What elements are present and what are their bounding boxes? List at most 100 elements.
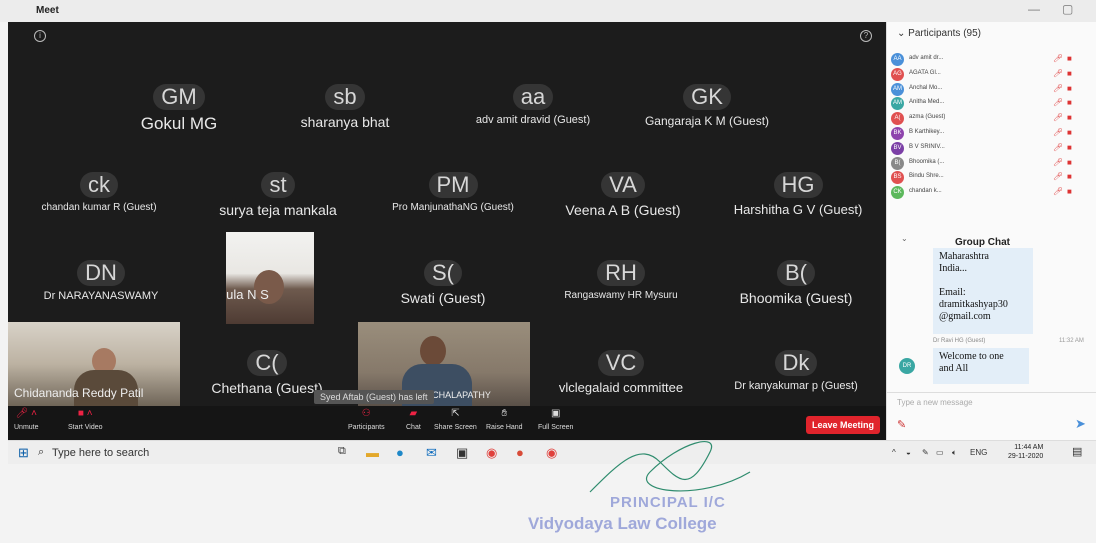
list-item[interactable]: BV B V SRINIV... 🎤︎ ■ bbox=[891, 141, 1091, 156]
list-item[interactable]: BK B Karthikey... 🎤︎ ■ bbox=[891, 126, 1091, 141]
mic-off-icon[interactable]: 🎤︎ bbox=[1053, 158, 1063, 167]
chat-button[interactable]: ▰ Chat bbox=[406, 408, 421, 431]
mic-off-icon[interactable]: 🎤︎ bbox=[1053, 128, 1063, 137]
video-off-icon[interactable]: ■ bbox=[1067, 143, 1072, 152]
mic-off-icon[interactable]: 🎤︎ bbox=[1053, 113, 1063, 122]
leave-meeting-button[interactable]: Leave Meeting bbox=[805, 416, 880, 434]
mic-off-icon: 🎤︎ ˄ bbox=[15, 408, 37, 419]
participant-name: Anchal Mo... bbox=[909, 84, 943, 91]
info-icon[interactable]: i bbox=[34, 30, 46, 42]
store-icon[interactable]: ▣ bbox=[456, 445, 468, 461]
full-screen-button[interactable]: ▣ Full Screen bbox=[538, 408, 573, 431]
share-screen-button[interactable]: ⇱ Share Screen bbox=[434, 408, 477, 431]
video-off-icon[interactable]: ■ bbox=[1067, 54, 1072, 63]
video-off-icon[interactable]: ■ bbox=[1067, 98, 1072, 107]
file-explorer-icon[interactable]: ▬ bbox=[366, 445, 379, 460]
participant-tile[interactable]: GK Gangaraja K M (Guest) bbox=[622, 84, 792, 148]
participants-button[interactable]: ⚇ Participants bbox=[348, 408, 385, 431]
list-item[interactable]: AM Anchal Mo... 🎤︎ ■ bbox=[891, 82, 1091, 97]
chat-input[interactable]: Type a new message bbox=[897, 398, 973, 407]
notification-icon[interactable]: ▤ bbox=[1072, 445, 1082, 458]
participant-name: Dr kanyakumar p (Guest) bbox=[734, 380, 858, 392]
task-view-icon[interactable]: ⧉ bbox=[338, 445, 346, 458]
video-off-icon[interactable]: ■ bbox=[1067, 113, 1072, 122]
video-off-icon[interactable]: ■ bbox=[1067, 172, 1072, 181]
minimize-button[interactable]: — bbox=[1028, 2, 1040, 16]
participant-initials: B( bbox=[777, 260, 815, 286]
mic-off-icon[interactable]: 🎤︎ bbox=[1053, 98, 1063, 107]
chat-line: India... bbox=[939, 263, 968, 274]
language-indicator[interactable]: ENG bbox=[970, 448, 987, 457]
start-video-button[interactable]: ■ ˄ Start Video bbox=[68, 408, 103, 431]
windows-start-icon[interactable]: ⊞ bbox=[18, 445, 29, 461]
participant-name: chandan kumar R (Guest) bbox=[41, 202, 157, 213]
participant-tile[interactable]: VC vlclegalaid committee bbox=[536, 350, 706, 414]
mic-off-icon[interactable]: 🎤︎ bbox=[1053, 54, 1063, 63]
unmute-button[interactable]: 🎤︎ ˄ Unmute bbox=[14, 408, 39, 431]
video-off-icon[interactable]: ■ bbox=[1067, 69, 1072, 78]
participant-tile[interactable]: st surya teja mankala bbox=[188, 172, 368, 236]
participant-tile[interactable]: HG Harshitha G V (Guest) bbox=[712, 172, 884, 236]
participant-tile[interactable]: S( Swati (Guest) bbox=[358, 260, 528, 324]
video-off-icon[interactable]: ■ bbox=[1067, 128, 1072, 137]
list-item[interactable]: BS Bindu Shre... 🎤︎ ■ bbox=[891, 170, 1091, 185]
list-item[interactable]: A( azma (Guest) 🎤︎ ■ bbox=[891, 111, 1091, 126]
participant-name: Harshitha G V (Guest) bbox=[733, 202, 863, 217]
mic-off-icon[interactable]: 🎤︎ bbox=[1053, 172, 1063, 181]
mail-icon[interactable]: ✉ bbox=[426, 445, 437, 461]
zoom-icon[interactable]: ◉ bbox=[546, 445, 557, 461]
participant-tile[interactable]: Dk Dr kanyakumar p (Guest) bbox=[708, 350, 884, 414]
chevron-down-icon: ⌄ bbox=[897, 28, 909, 39]
mic-off-icon[interactable]: 🎤︎ bbox=[1053, 69, 1063, 78]
participant-tile[interactable]: C( Chethana (Guest) bbox=[184, 350, 350, 414]
avatar: AM bbox=[891, 97, 904, 111]
participant-tile[interactable]: aa adv amit dravid (Guest) bbox=[448, 84, 618, 148]
participant-initials: PM bbox=[428, 172, 478, 198]
video-off-icon[interactable]: ■ bbox=[1067, 158, 1072, 167]
video-off-icon[interactable]: ■ bbox=[1067, 187, 1072, 196]
participant-name: Chidananda Reddy Patil bbox=[14, 386, 144, 400]
list-item[interactable]: CK chandan k... 🎤︎ ■ bbox=[891, 185, 1091, 200]
participant-tile[interactable]: VA Veena A B (Guest) bbox=[538, 172, 708, 236]
video-off-icon[interactable]: ■ bbox=[1067, 84, 1072, 93]
avatar: AM bbox=[891, 82, 904, 96]
participant-tile[interactable]: B( Bhoomika (Guest) bbox=[708, 260, 884, 324]
participant-tile[interactable]: RH Rangaswamy HR Mysuru bbox=[536, 260, 706, 324]
office-icon[interactable]: ● bbox=[516, 445, 524, 460]
participant-tile[interactable]: sb sharanya bhat bbox=[270, 84, 420, 148]
participant-tile[interactable]: GM Gokul MG bbox=[94, 84, 264, 148]
participant-tile[interactable]: ck chandan kumar R (Guest) bbox=[10, 172, 188, 236]
mic-off-icon[interactable]: 🎤︎ bbox=[1053, 143, 1063, 152]
chrome-icon[interactable]: ◉ bbox=[486, 445, 497, 461]
mic-off-icon[interactable]: 🎤︎ bbox=[1053, 187, 1063, 196]
edge-icon[interactable]: ● bbox=[396, 445, 404, 460]
battery-icon[interactable]: ▭ bbox=[936, 448, 944, 457]
list-item[interactable]: AG AGATA Gl... 🎤︎ ■ bbox=[891, 67, 1091, 82]
participants-header[interactable]: ⌄ Participants (95) bbox=[897, 28, 981, 39]
chat-message: Welcome to one and All bbox=[933, 348, 1029, 384]
participant-tile[interactable]: DN Dr NARAYANASWAMY bbox=[8, 260, 194, 324]
participant-tile[interactable]: PM Pro ManjunathaNG (Guest) bbox=[368, 172, 538, 236]
tray-chevron-up-icon[interactable]: ^ bbox=[892, 448, 896, 457]
taskbar-search-input[interactable]: Type here to search bbox=[52, 447, 149, 459]
help-icon[interactable]: ? bbox=[860, 30, 872, 42]
taskbar-clock[interactable]: 11:44 AM 29-11-2020 bbox=[1008, 443, 1043, 461]
chevron-down-icon[interactable]: ⌄ bbox=[901, 234, 908, 243]
participant-video-chidananda[interactable]: Chidananda Reddy Patil bbox=[8, 322, 180, 406]
send-icon[interactable]: ➤ bbox=[1075, 416, 1086, 432]
list-item[interactable]: AM Anitha Med... 🎤︎ ■ bbox=[891, 96, 1091, 111]
participant-initials: aa bbox=[512, 84, 554, 110]
list-item[interactable]: AA adv amit dr... 🎤︎ ■ bbox=[891, 52, 1091, 67]
participant-video-manjula[interactable]: Manjula N S bbox=[226, 232, 314, 324]
list-item[interactable]: B( Bhoomika (... 🎤︎ ■ bbox=[891, 156, 1091, 171]
hand-icon: ✋︎ bbox=[501, 408, 508, 419]
pen-tray-icon[interactable]: ✎ bbox=[922, 448, 929, 457]
volume-icon[interactable]: 🔈︎ bbox=[952, 448, 957, 458]
participants-list[interactable]: AA adv amit dr... 🎤︎ ■ AG AGATA Gl... 🎤︎ ■… bbox=[891, 52, 1091, 200]
maximize-button[interactable]: ▢ bbox=[1062, 2, 1073, 16]
raise-hand-button[interactable]: ✋︎ Raise Hand bbox=[486, 408, 523, 431]
participant-name: Bindu Shre... bbox=[909, 173, 944, 180]
network-icon[interactable]: ◒ bbox=[906, 448, 911, 457]
pen-icon[interactable]: ✎ bbox=[897, 418, 906, 431]
mic-off-icon[interactable]: 🎤︎ bbox=[1053, 84, 1063, 93]
